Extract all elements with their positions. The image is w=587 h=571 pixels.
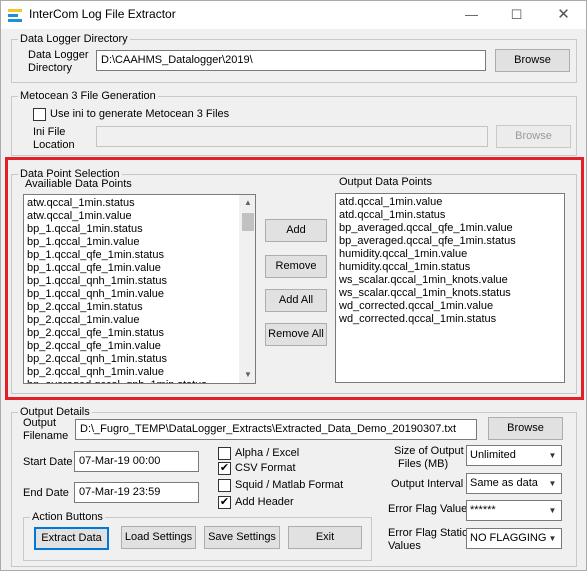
size-of-output-select[interactable]: Unlimited ▼ bbox=[466, 445, 562, 466]
metocean-legend: Metocean 3 File Generation bbox=[20, 90, 156, 102]
csv-format-label: CSV Format bbox=[235, 462, 296, 474]
size-of-output-label-line2: Files (MB) bbox=[398, 458, 449, 470]
error-flag-value: ****** bbox=[470, 504, 496, 516]
title-bar: InterCom Log File Extractor — ☐ ✕ bbox=[1, 1, 586, 29]
output-filename-input[interactable]: D:\_Fugro_TEMP\DataLogger_Extracts\Extra… bbox=[75, 419, 477, 440]
size-of-output-value: Unlimited bbox=[470, 449, 516, 461]
error-static-select[interactable]: NO FLAGGING ▼ bbox=[466, 528, 562, 549]
alpha-excel-label: Alpha / Excel bbox=[235, 447, 300, 459]
ini-file-label-line1: Ini File bbox=[33, 126, 66, 138]
chevron-down-icon[interactable]: ▼ bbox=[544, 529, 561, 548]
data-logger-label-line2: Directory bbox=[28, 62, 73, 74]
data-logger-label-line1: Data Logger bbox=[28, 49, 89, 61]
output-filename-label-line2: Filename bbox=[23, 430, 69, 442]
extract-data-button[interactable]: Extract Data bbox=[34, 527, 109, 550]
minimize-button[interactable]: — bbox=[449, 1, 494, 29]
chevron-down-icon[interactable]: ▼ bbox=[544, 501, 561, 520]
ini-file-label-line2: Location bbox=[33, 139, 75, 151]
data-logger-legend: Data Logger Directory bbox=[20, 33, 128, 45]
squid-matlab-checkbox[interactable] bbox=[218, 479, 231, 492]
end-date-input[interactable]: 07-Mar-19 23:59 bbox=[74, 482, 199, 503]
error-flag-select[interactable]: ****** ▼ bbox=[466, 500, 562, 521]
window-title: InterCom Log File Extractor bbox=[29, 7, 176, 21]
add-header-label: Add Header bbox=[235, 496, 294, 508]
maximize-button[interactable]: ☐ bbox=[494, 1, 539, 29]
load-settings-button[interactable]: Load Settings bbox=[121, 526, 196, 549]
app-window: InterCom Log File Extractor — ☐ ✕ Data L… bbox=[0, 0, 587, 571]
save-settings-button[interactable]: Save Settings bbox=[204, 526, 280, 549]
size-of-output-label-line1: Size of Output bbox=[394, 445, 464, 457]
squid-matlab-label: Squid / Matlab Format bbox=[235, 479, 344, 491]
output-browse-button[interactable]: Browse bbox=[488, 417, 563, 440]
exit-button[interactable]: Exit bbox=[288, 526, 362, 549]
error-static-value: NO FLAGGING bbox=[470, 532, 547, 544]
metocean-checkbox-label: Use ini to generate Metocean 3 Files bbox=[50, 108, 230, 120]
metocean-checkbox[interactable] bbox=[33, 108, 46, 121]
app-logo-icon bbox=[8, 8, 22, 22]
add-header-checkbox[interactable]: ✔ bbox=[218, 496, 231, 509]
alpha-excel-checkbox[interactable] bbox=[218, 447, 231, 460]
end-date-label: End Date bbox=[23, 487, 69, 499]
error-flag-label: Error Flag Value bbox=[388, 503, 468, 515]
red-highlight-box bbox=[5, 157, 584, 400]
action-buttons-legend: Action Buttons bbox=[32, 511, 103, 523]
ini-file-path-input[interactable] bbox=[96, 126, 488, 147]
chevron-down-icon[interactable]: ▼ bbox=[544, 474, 561, 493]
data-logger-path-input[interactable]: D:\CAAHMS_Datalogger\2019\ bbox=[96, 50, 486, 71]
output-interval-value: Same as data bbox=[470, 477, 538, 489]
output-interval-label: Output Interval bbox=[391, 478, 464, 490]
chevron-down-icon[interactable]: ▼ bbox=[544, 446, 561, 465]
error-static-label-line2: Values bbox=[388, 540, 421, 552]
csv-format-checkbox[interactable]: ✔ bbox=[218, 462, 231, 475]
start-date-label: Start Date bbox=[23, 456, 73, 468]
close-button[interactable]: ✕ bbox=[541, 1, 586, 29]
ini-browse-button[interactable]: Browse bbox=[496, 125, 571, 148]
data-logger-browse-button[interactable]: Browse bbox=[495, 49, 570, 72]
output-filename-label-line1: Output bbox=[23, 417, 57, 429]
start-date-input[interactable]: 07-Mar-19 00:00 bbox=[74, 451, 199, 472]
output-interval-select[interactable]: Same as data ▼ bbox=[466, 473, 562, 494]
error-static-label-line1: Error Flag Static bbox=[388, 527, 468, 539]
